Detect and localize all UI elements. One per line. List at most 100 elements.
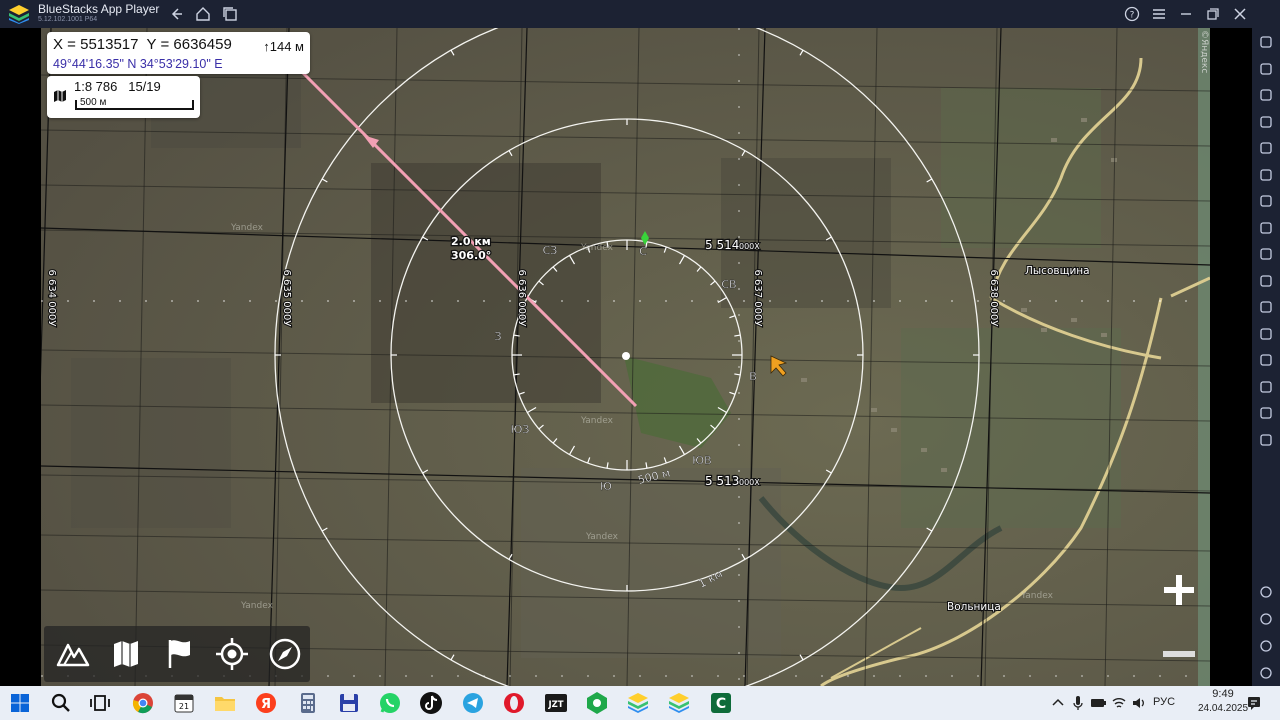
restore-icon[interactable] xyxy=(1204,5,1222,23)
grid-label-x-suffix: 000Х xyxy=(739,478,760,487)
measure-bearing: 306.0° xyxy=(451,249,491,262)
latlon-coordinates: 49°44'16.35" N 34°53'29.10" E xyxy=(53,57,223,71)
battery-icon[interactable] xyxy=(1090,695,1106,711)
window-title: BlueStacks App Player xyxy=(38,2,160,16)
flag-icon[interactable] xyxy=(160,635,198,673)
keyboard-icon[interactable] xyxy=(1258,114,1274,130)
grid-label-y: 6 637 000У xyxy=(752,270,763,327)
location-icon[interactable] xyxy=(1258,379,1274,395)
map-view[interactable]: С СВ В ЮВ Ю ЮЗ З СЗ 2.0 км 306.0° 500 м1 км 5 514 00… xyxy=(41,28,1210,686)
altitude: ↑144 м xyxy=(263,39,304,54)
microphone-icon[interactable] xyxy=(1070,695,1086,711)
input-language[interactable]: РУС xyxy=(1153,696,1175,708)
zoom-level: 15/19 xyxy=(128,79,161,94)
scale-ratio: 1:8 786 15/19 xyxy=(74,79,161,94)
compass-label: ЮВ xyxy=(692,454,711,467)
chevron-up-icon[interactable] xyxy=(1050,695,1066,711)
search-icon[interactable] xyxy=(49,691,73,715)
recents-icon[interactable] xyxy=(1258,665,1274,681)
scale-panel[interactable]: 1:8 786 15/19 500 м xyxy=(47,76,200,118)
bluestacks-taskbar-icon[interactable] xyxy=(626,691,650,715)
bluestacks-sidebar xyxy=(1252,28,1280,686)
bluestacks-multi-icon[interactable] xyxy=(667,691,691,715)
map-canvas[interactable]: ССВВЮВЮЮЗЗСЗ2.0 км306.0°500 м1 км5 514 00… xyxy=(41,28,1210,686)
whatsapp-icon[interactable] xyxy=(378,691,402,715)
shake-icon[interactable] xyxy=(1258,167,1274,183)
zoom-in-button[interactable] xyxy=(1159,570,1199,610)
rotate-icon[interactable] xyxy=(1258,140,1274,156)
xy-coordinates: X = 5513517 Y = 6636459 xyxy=(53,36,232,53)
menu-icon[interactable] xyxy=(1150,5,1168,23)
compass-label: ЮЗ xyxy=(511,423,530,436)
place-label: Вольница xyxy=(947,601,1001,613)
windows-taskbar: 21 Я JZT C РУС 9:49 24.04.2025 xyxy=(0,686,1280,720)
svg-text:C: C xyxy=(716,696,726,712)
terrain-tool-icon[interactable] xyxy=(54,635,92,673)
green-c-app-icon[interactable]: C xyxy=(709,691,733,715)
multi-window-icon[interactable] xyxy=(1258,326,1274,342)
multi-instance-icon[interactable] xyxy=(221,5,239,23)
layers-icon[interactable] xyxy=(1258,405,1274,421)
map-toolbar xyxy=(44,626,310,682)
map-attribution: ©Яндекс xyxy=(1199,30,1209,73)
macro-icon[interactable] xyxy=(1258,432,1274,448)
grid-label-x-suffix: 000Х xyxy=(739,242,760,251)
volume-icon[interactable] xyxy=(1131,695,1147,711)
opera-icon[interactable] xyxy=(502,691,526,715)
chrome-icon[interactable] xyxy=(131,691,155,715)
minus-icon xyxy=(1163,651,1195,657)
fullscreen-icon[interactable] xyxy=(1258,87,1274,103)
expand-icon[interactable] xyxy=(1258,34,1274,50)
watermark: Yandex xyxy=(585,532,619,542)
airplane-icon[interactable] xyxy=(1258,299,1274,315)
save-disk-icon[interactable] xyxy=(337,691,361,715)
grid-label-x: 5 514 xyxy=(705,238,739,252)
yandex-browser-icon[interactable]: Я xyxy=(254,691,278,715)
volume-icon[interactable] xyxy=(1258,61,1274,77)
apk-install-icon[interactable] xyxy=(1258,220,1274,236)
plus-icon xyxy=(1164,575,1194,605)
app-version: 5.12.102.1001 P64 xyxy=(38,16,98,23)
watermark: Yandex xyxy=(580,416,614,426)
green-hex-app-icon[interactable] xyxy=(585,691,609,715)
back-icon[interactable] xyxy=(167,5,185,23)
svg-text:21: 21 xyxy=(179,702,189,711)
watermark: Yandex xyxy=(1020,591,1054,601)
locate-icon[interactable] xyxy=(213,635,251,673)
coordinates-panel[interactable]: X = 5513517 Y = 6636459 ↑144 м 49°44'16.… xyxy=(47,32,310,74)
notifications-icon[interactable] xyxy=(1246,695,1262,711)
wifi-icon[interactable] xyxy=(1111,695,1127,711)
measure-distance: 2.0 км xyxy=(451,235,491,248)
scale-bar-label: 500 м xyxy=(80,97,107,108)
zoom-out-button[interactable] xyxy=(1159,634,1199,674)
close-icon[interactable] xyxy=(1231,5,1249,23)
compass-icon[interactable] xyxy=(266,635,304,673)
right-letterbox xyxy=(1210,28,1252,686)
place-label: Лысовщина xyxy=(1025,265,1090,277)
compass-label: В xyxy=(749,370,757,383)
map-layers-icon[interactable] xyxy=(107,635,145,673)
settings-icon[interactable] xyxy=(1258,584,1274,600)
clock-time[interactable]: 9:49 xyxy=(1198,688,1248,700)
eco-mode-icon[interactable] xyxy=(1258,352,1274,368)
telegram-icon[interactable] xyxy=(461,691,485,715)
compass-label: СЗ xyxy=(543,244,558,257)
folder-icon[interactable] xyxy=(1258,273,1274,289)
task-view-icon[interactable] xyxy=(88,691,112,715)
file-explorer-icon[interactable] xyxy=(213,691,237,715)
windows-start-icon[interactable] xyxy=(8,691,32,715)
calendar-app-icon[interactable]: 21 xyxy=(172,691,196,715)
compass-label: С xyxy=(639,245,647,258)
jzt-app-icon[interactable]: JZT xyxy=(544,691,568,715)
screenshot-icon[interactable] xyxy=(1258,193,1274,209)
help-icon[interactable]: ? xyxy=(1123,5,1141,23)
compass-label: Ю xyxy=(600,480,612,493)
camera-icon[interactable] xyxy=(1258,246,1274,262)
home-nav-icon[interactable] xyxy=(1258,638,1274,654)
tiktok-icon[interactable] xyxy=(419,691,443,715)
home-icon[interactable] xyxy=(194,5,212,23)
minimize-icon[interactable] xyxy=(1177,5,1195,23)
calculator-icon[interactable] xyxy=(296,691,320,715)
bluestacks-logo-icon xyxy=(9,5,29,24)
back-nav-icon[interactable] xyxy=(1258,611,1274,627)
